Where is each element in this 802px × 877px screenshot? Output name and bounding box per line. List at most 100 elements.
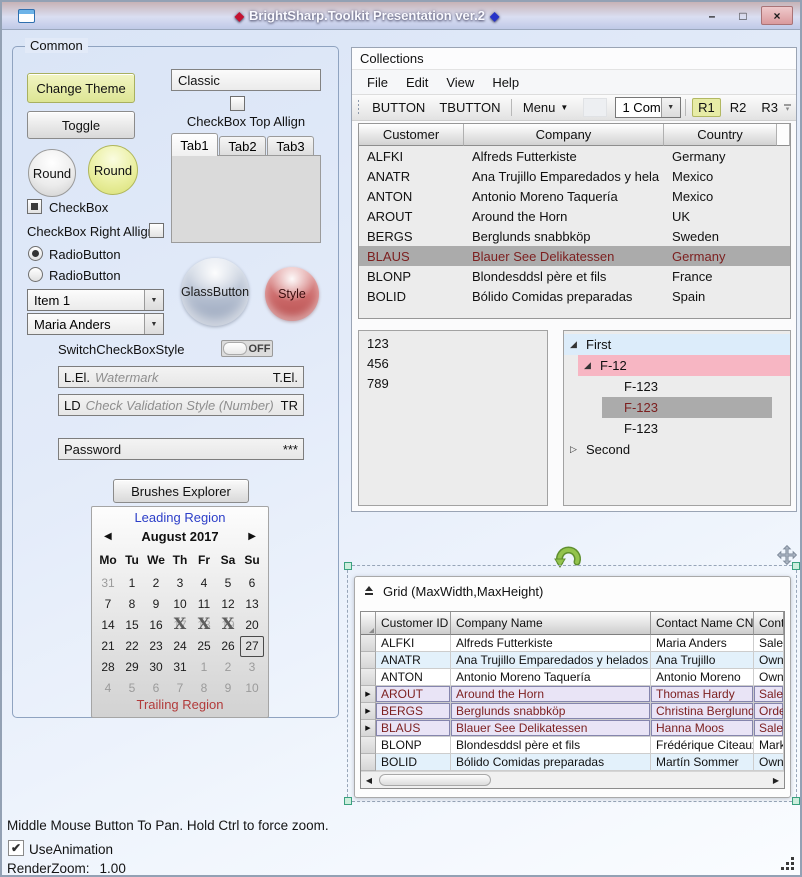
minimize-button[interactable]: – <box>699 6 725 25</box>
brushes-explorer-button[interactable]: Brushes Explorer <box>113 479 249 503</box>
row-header[interactable] <box>361 754 376 771</box>
calendar-day[interactable]: 7 <box>168 678 192 699</box>
resize-handle[interactable] <box>344 797 352 805</box>
calendar-day[interactable]: 6 <box>240 573 264 594</box>
resize-handle[interactable] <box>344 562 352 570</box>
calendar-day[interactable]: 21 <box>96 636 120 657</box>
row-header[interactable] <box>361 737 376 754</box>
menu-item-help[interactable]: Help <box>483 72 528 93</box>
calendar-day[interactable]: 5 <box>120 678 144 699</box>
toolbar-grip-icon[interactable] <box>358 100 359 115</box>
calendar-day[interactable]: 12 <box>216 594 240 615</box>
calendar-day[interactable]: 30 <box>144 657 168 678</box>
chevron-down-icon[interactable]: ▼ <box>144 314 163 334</box>
table-row[interactable]: ANATRAna Trujillo Emparedados y heladosA… <box>361 652 784 669</box>
scrollbar-thumb[interactable] <box>379 774 491 786</box>
table-row[interactable]: ▶BERGSBerglunds snabbköpChristina Berglu… <box>361 703 784 720</box>
radio-button-2[interactable] <box>28 267 43 282</box>
checkbox-top-align[interactable] <box>230 96 245 111</box>
tab-tab2[interactable]: Tab2 <box>219 136 266 156</box>
table-row[interactable]: ALFKIAlfreds FutterkisteGermany <box>359 146 790 166</box>
column-header-cont[interactable]: Cont <box>754 612 784 635</box>
resize-handle[interactable] <box>792 562 800 570</box>
theme-combobox[interactable]: Classic <box>171 69 321 91</box>
calendar-day[interactable]: 20 <box>240 615 264 636</box>
calendar-prev-icon[interactable]: ◀ <box>104 531 112 542</box>
row-header[interactable] <box>361 669 376 686</box>
calendar-day[interactable]: 31 <box>96 573 120 594</box>
calendar-day[interactable]: 10 <box>168 594 192 615</box>
menu-item-view[interactable]: View <box>437 72 483 93</box>
row-header-current-icon[interactable]: ▶ <box>361 703 376 720</box>
table-row[interactable]: ▶BLAUSBlauer See DelikatessenHanna MoosS… <box>361 720 784 737</box>
calendar-day[interactable]: 10 <box>240 678 264 699</box>
toolbar-combobox[interactable]: 1 Com ▼ <box>615 97 680 118</box>
password-textbox[interactable]: Password *** <box>58 438 304 460</box>
list-item[interactable]: 456 <box>359 353 547 373</box>
grid-expander-header[interactable]: Grid (MaxWidth,MaxHeight) <box>355 577 790 605</box>
calendar-day[interactable]: 3 <box>240 657 264 678</box>
use-animation-checkbox[interactable]: ✔ <box>8 840 24 856</box>
row-header[interactable] <box>361 635 376 652</box>
horizontal-scrollbar[interactable]: ◀ ▶ <box>361 771 784 788</box>
column-header-contact-name-cn[interactable]: Contact Name CN <box>651 612 754 635</box>
calendar-day[interactable]: 28 <box>96 657 120 678</box>
calendar-day[interactable]: 4 <box>96 678 120 699</box>
close-button[interactable]: × <box>761 6 793 25</box>
round-button-grey[interactable]: Round <box>28 149 76 197</box>
row-header-current-icon[interactable]: ▶ <box>361 686 376 703</box>
calendar-day[interactable]: 8 <box>120 594 144 615</box>
menu-item-edit[interactable]: Edit <box>397 72 437 93</box>
collapse-icon[interactable] <box>364 586 374 596</box>
calendar-day[interactable]: 5 <box>216 573 240 594</box>
calendar-day[interactable]: 15 <box>120 615 144 636</box>
calendar-next-icon[interactable]: ▶ <box>248 531 256 542</box>
calendar-day[interactable]: 1 <box>120 573 144 594</box>
tree-item-second[interactable]: ▷Second <box>564 439 790 460</box>
switch-thumb[interactable] <box>223 342 247 355</box>
maximize-button[interactable]: □ <box>730 6 756 25</box>
collections-expander-header[interactable]: Collections <box>352 48 796 70</box>
tree-collapsed-icon[interactable]: ▷ <box>564 444 586 455</box>
calendar-day[interactable]: 22 <box>120 636 144 657</box>
column-header-company-name[interactable]: Company Name <box>451 612 651 635</box>
table-row[interactable]: ALFKIAlfreds FutterkisteMaria AndersSale… <box>361 635 784 652</box>
change-theme-button[interactable]: Change Theme <box>27 73 135 103</box>
calendar-day[interactable]: 29 <box>120 657 144 678</box>
toolbar-button-button[interactable]: BUTTON <box>365 97 432 118</box>
column-header-customer-id[interactable]: Customer ID <box>376 612 451 635</box>
table-row[interactable]: ANTONAntonio Moreno TaqueríaMexico <box>359 186 790 206</box>
tree-item-f-123[interactable]: F-123 <box>602 376 790 397</box>
toolbar-radio-r3[interactable]: R3 <box>755 98 784 117</box>
resize-grip-icon[interactable] <box>781 856 795 870</box>
toolbar-button-tbutton[interactable]: TBUTTON <box>432 97 507 118</box>
row-header-current-icon[interactable]: ▶ <box>361 720 376 737</box>
tree-expanded-icon[interactable]: ◢ <box>578 360 600 371</box>
calendar-day[interactable]: 9 <box>144 594 168 615</box>
calendar-day[interactable]: 24 <box>168 636 192 657</box>
switch-checkbox[interactable]: OFF <box>221 340 273 357</box>
column-header-customer[interactable]: Customer <box>359 124 464 146</box>
calendar-day-blackout[interactable]: 17 <box>168 615 192 636</box>
tree-item-f-123[interactable]: F-123 <box>602 397 772 418</box>
calendar-day[interactable]: 14 <box>96 615 120 636</box>
calendar-day-selected[interactable]: 27 <box>240 636 264 657</box>
calendar-day[interactable]: 1 <box>192 657 216 678</box>
calendar-day[interactable]: 23 <box>144 636 168 657</box>
tree-expanded-icon[interactable]: ◢ <box>564 339 586 350</box>
chevron-down-icon[interactable]: ▼ <box>661 98 680 117</box>
style-glass-button[interactable]: Style <box>265 267 319 321</box>
column-header-company[interactable]: Company <box>464 124 664 146</box>
tree-item-first[interactable]: ◢First <box>564 334 790 355</box>
validation-textbox[interactable]: LD Check Validation Style (Number) TR <box>58 394 304 416</box>
glass-button[interactable]: GlassButton <box>181 258 249 326</box>
toolbar-radio-r1[interactable]: R1 <box>692 98 721 117</box>
resize-handle[interactable] <box>792 797 800 805</box>
table-row[interactable]: ANATRAna Trujillo Emparedados y helaMexi… <box>359 166 790 186</box>
calendar-day[interactable]: 2 <box>216 657 240 678</box>
toolbar-textbox[interactable] <box>583 98 607 117</box>
calendar-day-blackout[interactable]: 18 <box>192 615 216 636</box>
table-row[interactable]: BOLIDBólido Comidas preparadasSpain <box>359 286 790 306</box>
customer-combobox[interactable]: Maria Anders ▼ <box>27 313 164 335</box>
calendar-day[interactable]: 11 <box>192 594 216 615</box>
